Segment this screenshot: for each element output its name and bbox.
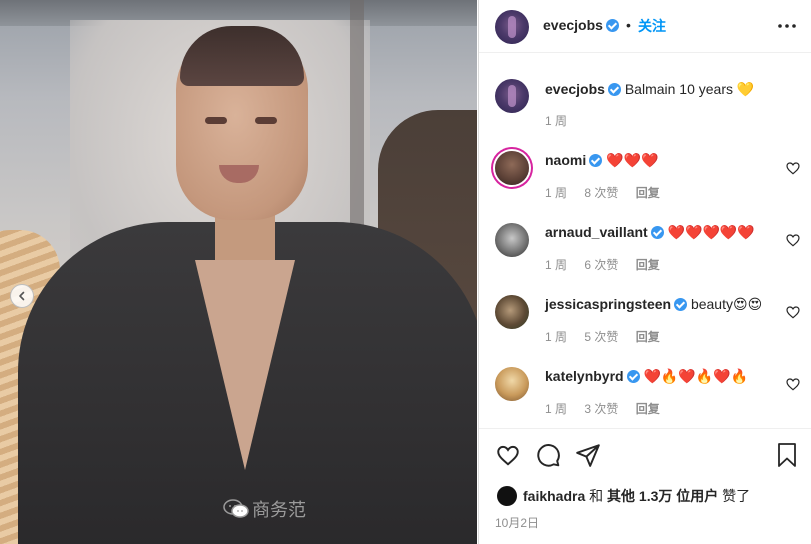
post-header: evecjobs • 关注 [479,0,811,53]
caption-body: Balmain 10 years 💛 [624,81,755,97]
likes-suffix: 赞了 [722,488,751,504]
like-button[interactable] [494,441,522,469]
avatar[interactable] [495,295,529,329]
post-photo[interactable] [0,0,477,544]
watermark-text: 商务范 [252,500,306,520]
comment-likes[interactable]: 3 次赞 [584,402,618,416]
send-icon [576,444,600,467]
comment-body: ❤️❤️❤️❤️❤️ [667,224,755,240]
comment-time[interactable]: 1 周 [545,402,567,416]
comments-list[interactable]: evecjobs Balmain 10 years 💛 1 周 naomi ❤️… [479,54,811,428]
comment-meta: 1 周 3 次赞 回复 [545,400,674,417]
heart-icon[interactable] [785,232,801,248]
save-button[interactable] [773,441,801,469]
comment-icon [537,444,560,467]
verified-badge-icon [605,19,619,32]
caption-text: evecjobs Balmain 10 years 💛 [545,81,754,98]
comment-item: arnaud_vaillant ❤️❤️❤️❤️❤️ 1 周 6 次赞 回复 [479,198,811,272]
comment-body: ❤️🔥❤️🔥❤️🔥 [643,368,749,384]
post-sidebar: evecjobs • 关注 evecjobs Balmain 10 years … [478,0,811,544]
comment-body: beauty😍😍 [690,296,763,312]
heart-icon[interactable] [785,376,801,392]
header-username[interactable]: evecjobs [543,17,619,33]
avatar[interactable] [495,79,529,113]
verified-badge-icon [674,298,688,311]
bookmark-icon [778,443,796,467]
likes-connector: 和 [589,488,604,504]
comment-username[interactable]: jessicaspringsteen [545,296,671,312]
comment-item: naomi ❤️❤️❤️ 1 周 8 次赞 回复 [479,126,811,200]
comment-text: jessicaspringsteen beauty😍😍 [545,296,762,313]
comment-item: jessicaspringsteen beauty😍😍 1 周 5 次赞 回复 [479,270,811,344]
verified-badge-icon [607,83,621,96]
photo-eye-right [255,117,277,124]
verified-badge-icon [626,370,640,383]
photo-eye-left [205,117,227,124]
caption-item: evecjobs Balmain 10 years 💛 1 周 [479,54,811,128]
verified-badge-icon [650,226,664,239]
share-button[interactable] [574,441,602,469]
comment-body: ❤️❤️❤️ [606,152,659,168]
avatar[interactable] [495,10,529,44]
heart-icon[interactable] [785,160,801,176]
avatar[interactable] [495,151,529,185]
wechat-icon [223,499,249,518]
reply-button[interactable]: 回复 [636,402,660,416]
watermark: 商务范 [222,496,306,522]
comment-username[interactable]: katelynbyrd [545,368,624,384]
more-horizontal-icon [778,24,796,28]
photo-neckline [195,260,295,470]
post-date[interactable]: 10月2日 [495,514,539,531]
likes-others[interactable]: 其他 1.3万 位用户 [607,488,718,504]
comment-username[interactable]: naomi [545,152,586,168]
comment-text: naomi ❤️❤️❤️ [545,152,658,169]
more-options-button[interactable] [775,14,799,38]
verified-badge-icon [589,154,603,167]
heart-icon [497,445,519,466]
caption-username[interactable]: evecjobs [545,81,605,97]
avatar[interactable] [495,367,529,401]
comment-text: katelynbyrd ❤️🔥❤️🔥❤️🔥 [545,368,748,385]
avatar[interactable] [497,486,517,506]
comment-username[interactable]: arnaud_vaillant [545,224,648,240]
comment-button[interactable] [534,441,562,469]
comment-text: arnaud_vaillant ❤️❤️❤️❤️❤️ [545,224,755,241]
avatar[interactable] [495,223,529,257]
header-username-text[interactable]: evecjobs [543,17,603,33]
header-separator: • [626,17,631,33]
post-actions: faikhadra 和 其他 1.3万 位用户 赞了 10月2日 [479,428,811,544]
likes-username[interactable]: faikhadra [523,488,585,504]
follow-button[interactable]: 关注 [638,16,666,36]
chevron-left-icon [19,291,25,301]
heart-icon[interactable] [785,304,801,320]
likes-summary[interactable]: faikhadra 和 其他 1.3万 位用户 赞了 [497,486,750,506]
carousel-prev-button[interactable] [10,284,34,308]
comment-item: katelynbyrd ❤️🔥❤️🔥❤️🔥 1 周 3 次赞 回复 [479,342,811,417]
